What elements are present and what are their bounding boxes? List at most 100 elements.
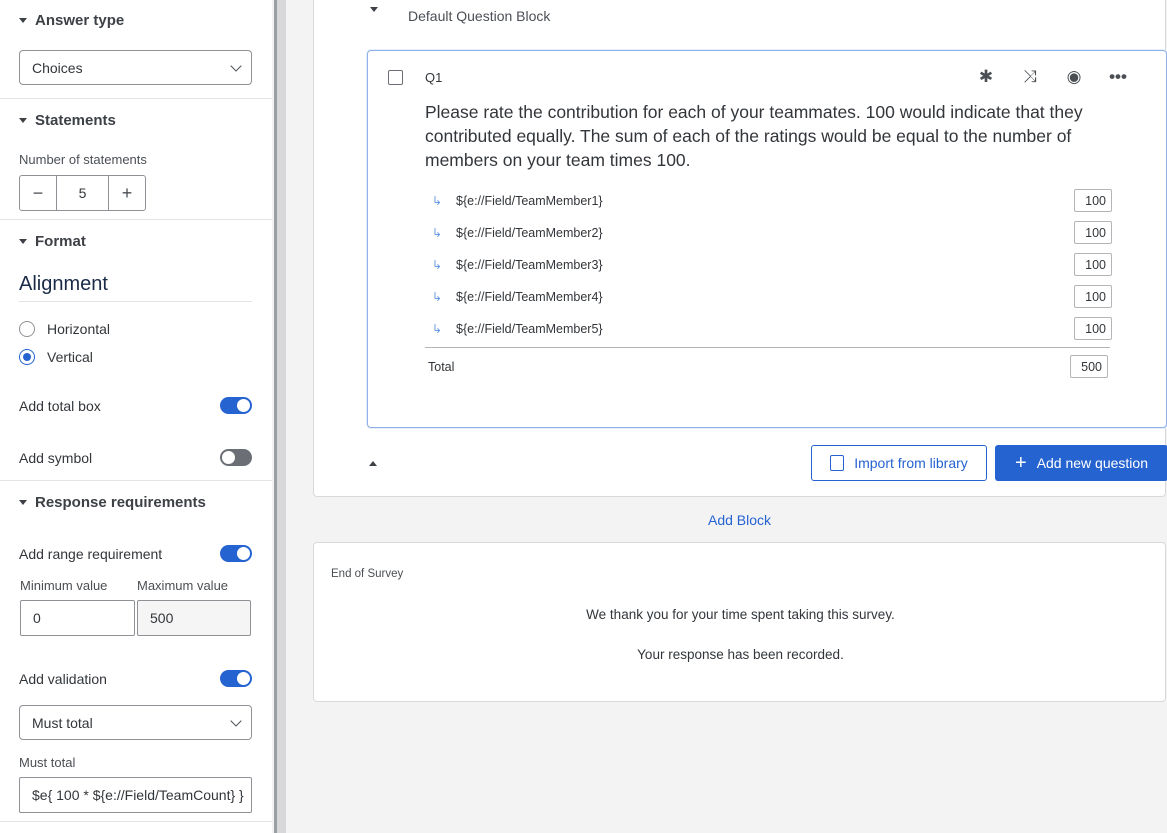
divider — [0, 480, 272, 481]
statement-value-input[interactable]: 100 — [1074, 285, 1112, 308]
question-toolbar: ✱ ⤨ ◉ ••• — [974, 65, 1130, 89]
add-validation-toggle[interactable] — [220, 670, 252, 687]
shuffle-icon[interactable]: ⤨ — [1018, 65, 1042, 89]
import-from-library-button[interactable]: Import from library — [811, 445, 987, 481]
add-range-row: Add range requirement — [19, 545, 252, 562]
radio-icon[interactable] — [19, 321, 35, 337]
piped-text-icon: ↳ — [432, 257, 443, 272]
max-value-label: Maximum value — [137, 578, 229, 593]
validation-type-select[interactable]: Must total — [19, 705, 252, 740]
statement-label[interactable]: ${e://Field/TeamMember3} — [456, 258, 603, 272]
select-value: Choices — [32, 59, 83, 76]
add-symbol-row: Add symbol — [19, 449, 252, 466]
button-label: Add new question — [1036, 455, 1148, 471]
divider — [0, 98, 272, 99]
record-icon[interactable]: ◉ — [1062, 65, 1086, 89]
must-total-input[interactable]: $e{ 100 * ${e://Field/TeamCount} } — [19, 777, 252, 813]
min-value-label: Minimum value — [20, 578, 108, 593]
select-value: Must total — [32, 714, 93, 731]
statement-label[interactable]: ${e://Field/TeamMember4} — [456, 290, 603, 304]
piped-text-icon: ↳ — [432, 321, 443, 336]
add-total-box-row: Add total box — [19, 397, 252, 414]
min-value-input[interactable]: 0 — [20, 600, 135, 636]
add-total-box-toggle[interactable] — [220, 397, 252, 414]
button-label: Import from library — [854, 455, 968, 471]
statement-value-input[interactable]: 100 — [1074, 317, 1112, 340]
answer-type-select[interactable]: Choices — [19, 50, 252, 85]
add-validation-row: Add validation — [19, 670, 252, 687]
statement-row: ↳ ${e://Field/TeamMember5} 100 — [432, 317, 1112, 340]
block-title[interactable]: Default Question Block — [408, 8, 550, 24]
piped-text-icon: ↳ — [432, 289, 443, 304]
toggle-label: Add symbol — [19, 449, 93, 466]
statement-value-input[interactable]: 100 — [1074, 189, 1112, 212]
statements-stepper[interactable]: − 5 + — [19, 175, 146, 211]
caret-down-icon — [19, 18, 27, 23]
statements-count[interactable]: 5 — [56, 176, 109, 210]
must-total-label: Must total — [19, 755, 76, 770]
add-block-link[interactable]: Add Block — [708, 512, 771, 528]
end-of-survey-message-line1: We thank you for your time spent taking … — [586, 607, 895, 622]
statement-value-input[interactable]: 100 — [1074, 253, 1112, 276]
statement-row: ↳ ${e://Field/TeamMember2} 100 — [432, 221, 1112, 244]
toggle-label: Add validation — [19, 670, 107, 687]
alignment-vertical-radio[interactable]: Vertical — [19, 349, 93, 365]
end-of-survey-title: End of Survey — [331, 568, 404, 580]
end-of-survey-block[interactable]: End of Survey We thank you for your time… — [313, 542, 1166, 702]
caret-down-icon — [19, 500, 27, 505]
end-of-survey-message-line2: Your response has been recorded. — [637, 647, 844, 662]
question-checkbox[interactable] — [388, 70, 403, 85]
toggle-label: Add total box — [19, 397, 101, 414]
piped-text-icon: ↳ — [432, 193, 443, 208]
response-requirements-section-header[interactable]: Response requirements — [19, 494, 206, 511]
question-number: Q1 — [425, 70, 443, 85]
statement-row: ↳ ${e://Field/TeamMember4} 100 — [432, 285, 1112, 308]
minus-button[interactable]: − — [20, 176, 56, 210]
section-title: Answer type — [35, 12, 125, 29]
more-options-icon[interactable]: ••• — [1106, 65, 1130, 89]
question-block: Default Question Block Q1 ✱ ⤨ ◉ ••• Plea… — [313, 0, 1167, 497]
add-new-question-button[interactable]: + Add new question — [995, 445, 1167, 481]
alignment-title: Alignment — [19, 273, 252, 302]
answer-type-section-header[interactable]: Answer type — [19, 12, 124, 29]
total-row: Total 500 — [428, 355, 1108, 378]
add-symbol-toggle[interactable] — [220, 449, 252, 466]
radio-selected-icon[interactable] — [19, 349, 35, 365]
max-value-input[interactable]: 500 — [137, 600, 251, 636]
piped-text-icon: ↳ — [432, 225, 443, 240]
alignment-horizontal-radio[interactable]: Horizontal — [19, 321, 110, 337]
chevron-down-icon — [230, 59, 242, 72]
caret-up-icon[interactable] — [369, 461, 377, 466]
plus-icon: + — [1015, 452, 1027, 474]
statements-count-label: Number of statements — [19, 152, 147, 167]
statement-label[interactable]: ${e://Field/TeamMember5} — [456, 322, 603, 336]
question-text[interactable]: Please rate the contribution for each of… — [425, 100, 1125, 172]
statement-value-input[interactable]: 100 — [1074, 221, 1112, 244]
statement-row: ↳ ${e://Field/TeamMember3} 100 — [432, 253, 1112, 276]
statements-section-header[interactable]: Statements — [19, 112, 116, 129]
book-icon — [830, 455, 845, 471]
collapse-block-icon[interactable] — [370, 7, 378, 12]
total-label: Total — [428, 359, 455, 374]
radio-label: Horizontal — [47, 321, 111, 337]
sidebar: Answer type Choices Statements Number of… — [0, 0, 272, 833]
divider — [0, 821, 272, 822]
add-range-toggle[interactable] — [220, 545, 252, 562]
divider — [0, 219, 272, 220]
section-title: Format — [35, 233, 86, 250]
caret-down-icon — [19, 239, 27, 244]
total-value: 500 — [1070, 355, 1108, 378]
sidebar-resize-handle[interactable] — [274, 0, 286, 833]
total-divider — [425, 347, 1110, 348]
plus-button[interactable]: + — [109, 176, 145, 210]
asterisk-icon[interactable]: ✱ — [974, 65, 998, 89]
statement-label[interactable]: ${e://Field/TeamMember2} — [456, 226, 603, 240]
section-title: Statements — [35, 112, 116, 129]
statement-label[interactable]: ${e://Field/TeamMember1} — [456, 194, 603, 208]
caret-down-icon — [19, 118, 27, 123]
question-card[interactable]: Q1 ✱ ⤨ ◉ ••• Please rate the contributio… — [367, 50, 1167, 428]
section-title: Response requirements — [35, 494, 206, 511]
toggle-label: Add range requirement — [19, 545, 163, 562]
format-section-header[interactable]: Format — [19, 233, 86, 250]
survey-canvas: Default Question Block Q1 ✱ ⤨ ◉ ••• Plea… — [286, 0, 1167, 833]
